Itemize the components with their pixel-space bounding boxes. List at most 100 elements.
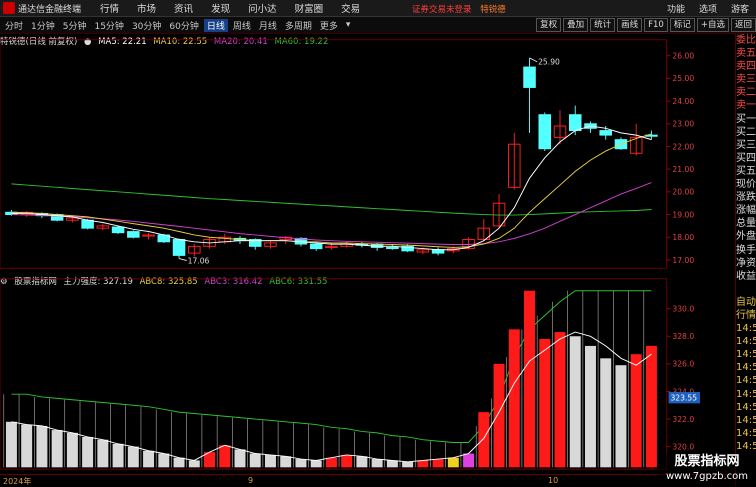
options-menu[interactable]: 选项	[692, 2, 724, 15]
period-60min[interactable]: 60分钟	[166, 19, 201, 32]
quote-strip-label[interactable]: 买四	[736, 152, 756, 165]
quote-strip-label[interactable]: 卖一	[736, 99, 756, 112]
quote-strip-label[interactable]: 总量	[736, 217, 756, 230]
menu-discover[interactable]: 发现	[202, 1, 239, 15]
statistics-button[interactable]: 统计	[590, 18, 616, 32]
quote-strip-label[interactable]: 14:5	[736, 335, 756, 348]
adjust-button[interactable]: 复权	[536, 18, 562, 32]
quote-strip-label[interactable]: 14:5	[736, 322, 756, 335]
indicator-bar	[97, 439, 109, 468]
price-tick-label: 25.00	[672, 74, 694, 83]
date-axis: 2024年 9 10	[0, 474, 735, 487]
period-5min[interactable]: 5分钟	[60, 19, 90, 32]
indicator-bar	[82, 436, 94, 468]
indicator-bar	[295, 459, 307, 468]
quote-strip-label[interactable]: 14:5	[736, 374, 756, 387]
menu-ask-assistant[interactable]: 问小达	[239, 1, 286, 15]
quote-strip-label[interactable]: 14:5	[736, 414, 756, 427]
quote-strip-label[interactable]	[736, 283, 756, 296]
indicator-tick-label: 320.0	[672, 442, 694, 451]
ma5-line	[11, 125, 652, 251]
indicator-bar	[143, 450, 155, 468]
indicator-bar	[493, 363, 505, 468]
draw-line-button[interactable]: 画线	[617, 18, 643, 32]
quote-strip-label[interactable]: 买一	[736, 113, 756, 126]
period-more-chevron-icon[interactable]: ▾	[343, 20, 354, 30]
menu-market-quotes[interactable]: 行情	[91, 1, 128, 15]
quote-strip-label[interactable]: 买五	[736, 165, 756, 178]
candlestick-chart[interactable]: 26.00 25.00 24.00 23.00 22.00 21.00 20.00 19.00…	[0, 34, 700, 274]
quote-strip-label[interactable]: 行情	[736, 309, 756, 322]
quote-strip-label[interactable]: 换手	[736, 244, 756, 257]
quote-strip-label[interactable]: 委比	[736, 34, 756, 47]
quote-strip-label[interactable]: 卖五	[736, 47, 756, 60]
quote-strip-label[interactable]: 14:5	[736, 401, 756, 414]
period-more[interactable]: 更多	[317, 19, 341, 32]
indicator-bar	[36, 425, 48, 468]
quote-strip-label[interactable]: 14:5	[736, 427, 756, 440]
period-multi[interactable]: 多周期	[282, 19, 315, 32]
quote-strip-label[interactable]: 14:5	[736, 361, 756, 374]
period-30min[interactable]: 30分钟	[129, 19, 164, 32]
period-weekly[interactable]: 周线	[230, 19, 254, 32]
quote-strip-label[interactable]: 外盘	[736, 230, 756, 243]
menu-market[interactable]: 市场	[128, 1, 165, 15]
f10-button[interactable]: F10	[644, 18, 668, 32]
price-tick-label: 17.00	[672, 256, 694, 265]
indicator-bar	[569, 336, 581, 468]
date-label-oct: 10	[548, 476, 559, 485]
quote-strip-label[interactable]: 涨幅	[736, 204, 756, 217]
candle-body	[599, 130, 612, 136]
quote-strip-label[interactable]: 自动	[736, 296, 756, 309]
add-watchlist-button[interactable]: +自选	[696, 18, 729, 32]
candle-body	[172, 239, 186, 256]
candle-body	[127, 231, 140, 238]
quote-strip-label[interactable]: 卖二	[736, 86, 756, 99]
login-notice[interactable]: 证券交易未登录 特锐德	[412, 3, 506, 15]
period-15min[interactable]: 15分钟	[91, 19, 126, 32]
quote-strip-label[interactable]: 卖三	[736, 73, 756, 86]
guest-account[interactable]: 游客	[724, 2, 756, 15]
indicator-tick-label: 328.0	[672, 332, 694, 341]
quote-strip-label[interactable]: 卖四	[736, 60, 756, 73]
menu-wealth-circle[interactable]: 财富圈	[286, 1, 333, 15]
quote-strip-label[interactable]: 净资	[736, 257, 756, 270]
function-menu[interactable]: 功能	[660, 2, 692, 15]
indicator-bar	[21, 424, 33, 468]
quote-strip-label[interactable]: 14:5	[736, 440, 756, 453]
indicator-bar	[615, 365, 627, 468]
indicator-tick-label: 326.0	[672, 360, 694, 369]
candle-body	[386, 246, 399, 250]
trade-not-logged-in[interactable]: 证券交易未登录	[412, 5, 472, 15]
candle-body	[431, 249, 445, 254]
menu-news[interactable]: 资讯	[165, 1, 202, 15]
period-1min[interactable]: 1分钟	[28, 19, 58, 32]
indicator-bar	[432, 459, 444, 468]
indicator-bar	[5, 421, 17, 468]
quote-strip-label[interactable]: 买三	[736, 139, 756, 152]
watermark-title: 股票指标网	[674, 454, 740, 469]
indicator-bar	[524, 290, 536, 468]
menu-trade[interactable]: 交易	[332, 1, 369, 15]
period-daily[interactable]: 日线	[203, 18, 228, 32]
indicator-bar	[127, 446, 139, 468]
indicator-bar	[402, 461, 414, 468]
price-tick-label: 24.00	[672, 97, 694, 106]
quote-strip-label[interactable]: 14:5	[736, 348, 756, 361]
current-stock-name[interactable]: 特锐德	[480, 5, 506, 15]
date-label-sep: 9	[248, 476, 254, 485]
watermark: 股票指标网 www.7gpzb.com	[658, 454, 756, 487]
indicator-chart[interactable]: 330.0328.0326.0324.0322.0320.0323.55	[0, 274, 700, 474]
back-button[interactable]: 返回	[730, 18, 756, 32]
menu-bar: 通达信金融终端 行情 市场 资讯 发现 问小达 财富圈 交易 证券交易未登录 特…	[0, 0, 756, 17]
quote-strip-label[interactable]: 买二	[736, 126, 756, 139]
period-monthly[interactable]: 月线	[256, 19, 280, 32]
overlay-button[interactable]: 叠加	[563, 18, 589, 32]
quote-strip-label[interactable]: 涨跌	[736, 191, 756, 204]
indicator-bar	[310, 460, 322, 468]
quote-strip-label[interactable]: 收益	[736, 270, 756, 283]
quote-strip-label[interactable]: 14:5	[736, 388, 756, 401]
period-timeshare[interactable]: 分时	[2, 19, 26, 32]
mark-button[interactable]: 标记	[669, 18, 695, 32]
quote-strip-label[interactable]: 现价	[736, 178, 756, 191]
